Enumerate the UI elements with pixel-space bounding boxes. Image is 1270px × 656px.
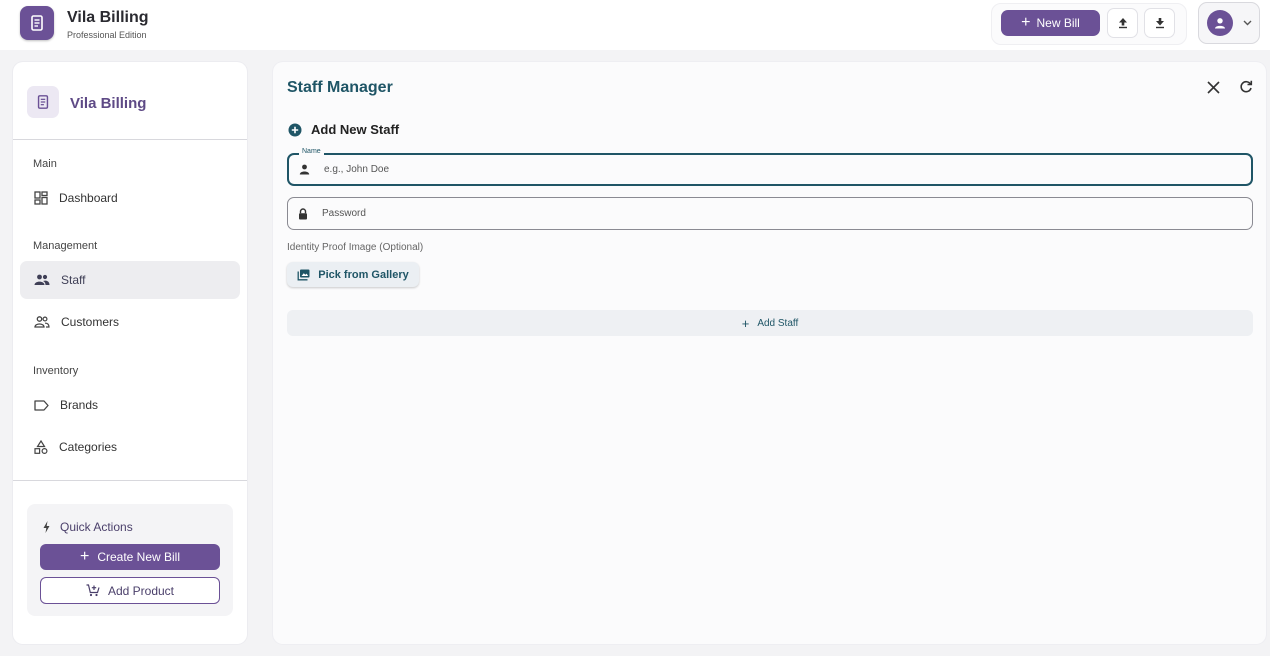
receipt-icon — [27, 86, 59, 118]
add-shopping-cart-icon — [86, 584, 100, 597]
create-new-bill-button[interactable]: + Create New Bill — [40, 544, 220, 570]
identity-proof-label: Identity Proof Image (Optional) — [287, 242, 424, 253]
page-title: Staff Manager — [287, 79, 393, 96]
category-icon — [34, 439, 48, 454]
receipt-icon — [20, 6, 54, 40]
staff-manager-panel: Staff Manager Add New Staff Name e.g., J… — [273, 62, 1266, 644]
refresh-icon — [1240, 80, 1253, 93]
add-staff-button[interactable]: + Add Staff — [287, 310, 1253, 336]
close-button[interactable] — [1203, 77, 1223, 97]
password-field[interactable]: Password — [287, 197, 1253, 230]
divider — [13, 480, 247, 481]
sidebar: Vila Billing Main Dashboard Management S… — [13, 62, 247, 644]
sidebar-item-customers[interactable]: Customers — [20, 303, 240, 341]
upload-button[interactable] — [1107, 8, 1138, 38]
password-field-placeholder: Password — [322, 208, 366, 219]
sidebar-brand-name: Vila Billing — [70, 95, 147, 112]
add-new-staff-heading: Add New Staff — [288, 122, 399, 137]
section-title-label: Add New Staff — [311, 122, 400, 137]
sidebar-item-label: Customers — [61, 315, 120, 329]
label-icon — [34, 399, 49, 411]
sidebar-item-label: Categories — [59, 440, 118, 454]
pick-from-gallery-label: Pick from Gallery — [318, 268, 409, 281]
download-icon — [1155, 18, 1164, 29]
sidebar-item-label: Staff — [61, 273, 86, 287]
section-label-main: Main — [33, 158, 57, 170]
section-label-management: Management — [33, 240, 98, 252]
add-staff-label: Add Staff — [757, 317, 799, 329]
section-label-inventory: Inventory — [33, 365, 79, 377]
plus-icon: + — [741, 315, 750, 331]
name-field-legend: Name — [299, 148, 324, 155]
new-bill-label: New Bill — [1036, 16, 1080, 30]
divider — [13, 139, 247, 140]
bolt-icon — [43, 521, 50, 533]
refresh-button[interactable] — [1236, 77, 1256, 97]
quick-actions-title: Quick Actions — [43, 520, 133, 534]
account-icon — [1207, 10, 1233, 36]
name-field[interactable]: Name e.g., John Doe — [287, 148, 1253, 186]
add-circle-icon — [288, 123, 302, 136]
name-field-placeholder: e.g., John Doe — [324, 164, 390, 175]
download-button[interactable] — [1144, 8, 1175, 38]
sidebar-item-label: Dashboard — [59, 191, 118, 205]
quick-actions-panel: Quick Actions + Create New Bill Add Prod… — [27, 504, 233, 616]
upload-icon — [1118, 18, 1127, 29]
person-icon — [299, 164, 310, 175]
people-outline-icon — [34, 316, 50, 328]
create-new-bill-label: Create New Bill — [97, 550, 181, 564]
new-bill-button[interactable]: + New Bill — [1001, 10, 1100, 36]
people-icon — [34, 274, 50, 285]
plus-icon: + — [79, 548, 90, 565]
sidebar-item-brands[interactable]: Brands — [20, 386, 240, 424]
sidebar-item-dashboard[interactable]: Dashboard — [20, 179, 240, 217]
dashboard-icon — [34, 191, 48, 205]
top-app-bar: Vila Billing Professional Edition + New … — [0, 0, 1270, 50]
plus-icon: + — [1021, 14, 1031, 31]
add-product-button[interactable]: Add Product — [40, 577, 220, 604]
app-edition: Professional Edition — [67, 30, 147, 40]
close-icon — [1206, 80, 1220, 94]
account-menu-button[interactable] — [1198, 2, 1260, 44]
app-name: Vila Billing — [67, 9, 149, 26]
add-product-label: Add Product — [107, 583, 175, 598]
photo-library-icon — [297, 269, 310, 280]
chevron-down-icon — [1243, 20, 1252, 26]
sidebar-item-staff[interactable]: Staff — [20, 261, 240, 299]
sidebar-item-categories[interactable]: Categories — [20, 428, 240, 466]
lock-icon — [299, 207, 307, 219]
pick-from-gallery-button[interactable]: Pick from Gallery — [287, 262, 419, 287]
sidebar-item-label: Brands — [60, 398, 99, 412]
quick-actions-label: Quick Actions — [60, 520, 133, 534]
